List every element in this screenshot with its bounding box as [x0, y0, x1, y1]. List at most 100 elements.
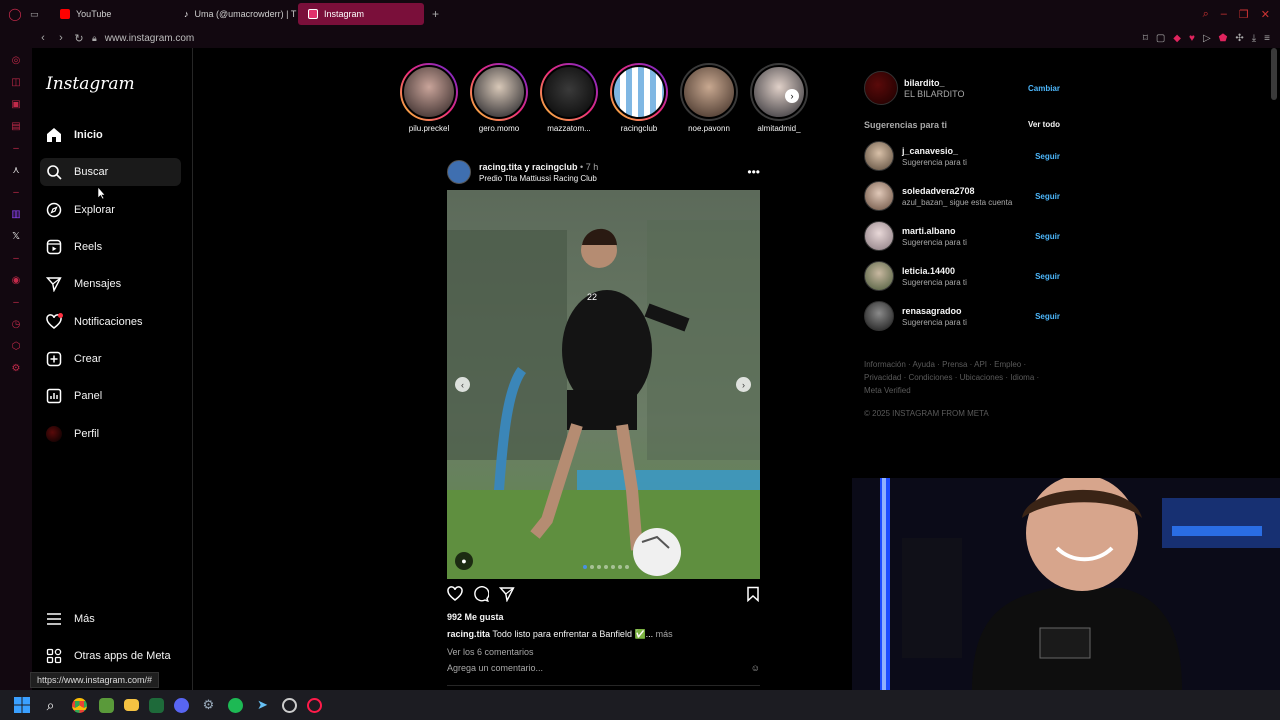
story-item[interactable]: racingclub [608, 63, 670, 133]
snapshot-icon[interactable]: ▢ [1156, 33, 1165, 44]
page-scrollbar[interactable] [1271, 48, 1277, 100]
back-icon[interactable]: ‹ [34, 32, 52, 44]
instagram-logo[interactable]: Instagram [46, 74, 135, 94]
opera-logo-icon[interactable]: ◯ [0, 7, 30, 21]
footer-links-line[interactable]: Información · Ayuda · Prensa · API · Emp… [864, 358, 1044, 371]
x-icon[interactable]: 𝕏 [9, 230, 23, 244]
windows-start-icon[interactable] [12, 696, 31, 715]
post-image[interactable]: 22 ● [447, 190, 760, 579]
nav-buscar[interactable]: Buscar [40, 158, 181, 186]
tab-youtube[interactable]: YouTube [50, 3, 174, 25]
suggestion-avatar[interactable] [864, 221, 894, 251]
switch-account-button[interactable]: Cambiar [1028, 84, 1060, 93]
carousel-next-icon[interactable]: › [736, 377, 751, 392]
vpn-icon[interactable]: ⬟ [1219, 33, 1228, 44]
search-icon[interactable]: ⌕ [1203, 8, 1209, 21]
likes-count[interactable]: 992 Me gusta [447, 612, 504, 622]
view-comments-link[interactable]: Ver los 6 comentarios [447, 647, 534, 657]
tab-instagram[interactable]: Instagram [298, 3, 424, 25]
news-icon[interactable]: ▤ [9, 120, 23, 134]
comment-icon[interactable] [473, 585, 490, 607]
app-icon[interactable] [149, 697, 164, 713]
tv-icon[interactable]: ▣ [9, 98, 23, 112]
forward-icon[interactable]: › [52, 32, 70, 44]
new-tab-button[interactable]: + [424, 7, 447, 21]
post-avatar[interactable] [447, 160, 471, 184]
bookmark-icon[interactable]: ⌑ [1143, 33, 1148, 44]
caption-username[interactable]: racing.tita [447, 629, 490, 639]
emoji-icon[interactable]: ☺ [751, 663, 760, 673]
bag-icon[interactable]: ◫ [9, 76, 23, 90]
like-icon[interactable] [447, 585, 463, 607]
suggestion-avatar[interactable] [864, 301, 894, 331]
user-tag-icon[interactable]: ● [455, 552, 473, 570]
nav-crear[interactable]: Crear [40, 345, 181, 373]
extensions-icon[interactable]: ⬡ [9, 340, 23, 354]
avatar[interactable] [864, 71, 898, 105]
suggestion-username[interactable]: leticia.14400 [902, 266, 967, 276]
url-field[interactable]: www.instagram.com [105, 33, 194, 44]
story-item[interactable]: noe.pavonn [678, 63, 740, 133]
share-icon[interactable] [498, 586, 515, 607]
minimize-icon[interactable]: – [1221, 8, 1227, 21]
suggestion-avatar[interactable] [864, 181, 894, 211]
minecraft-icon[interactable] [99, 697, 114, 713]
suggestion-avatar[interactable] [864, 141, 894, 171]
nav-mensajes[interactable]: Mensajes [40, 270, 181, 298]
steam-icon[interactable]: ⚙ [199, 696, 218, 715]
follow-button[interactable]: Seguir [1035, 232, 1060, 241]
taskbar-search-icon[interactable]: ⌕ [41, 696, 60, 715]
close-icon[interactable]: ✕ [1261, 8, 1270, 21]
nav-notificaciones[interactable]: Notificaciones [40, 308, 181, 336]
tab-strip-icon[interactable]: ▭ [30, 9, 50, 20]
suggestion-username[interactable]: j_canavesio_ [902, 146, 967, 156]
save-icon[interactable] [746, 586, 760, 607]
download-icon[interactable]: ⤓ [1252, 33, 1256, 44]
footer-links-line[interactable]: Meta Verified [864, 384, 1044, 397]
carousel-prev-icon[interactable]: ‹ [455, 377, 470, 392]
tab-tiktok[interactable]: ♪ Uma (@umacrowderr) | T [174, 3, 298, 25]
nav-explorar[interactable]: Explorar [40, 196, 181, 224]
comment-input[interactable]: Agrega un comentario... ☺ [447, 663, 760, 673]
more-options-icon[interactable]: ••• [747, 165, 760, 179]
suggestion-avatar[interactable] [864, 261, 894, 291]
heart-icon[interactable]: ♥ [1189, 33, 1195, 44]
suggestion-username[interactable]: renasagradoo [902, 306, 967, 316]
obs-icon[interactable] [282, 697, 297, 713]
story-item[interactable]: mazzatom... [538, 63, 600, 133]
nav-mas[interactable]: Más [40, 605, 181, 633]
reload-icon[interactable]: ↻ [70, 32, 88, 45]
story-item[interactable]: almitadmid_ [748, 63, 810, 133]
story-item[interactable]: pilu.preckel [398, 63, 460, 133]
play-icon[interactable]: ▷ [1203, 33, 1211, 44]
chrome-icon[interactable] [70, 696, 89, 715]
follow-button[interactable]: Seguir [1035, 192, 1060, 201]
player-icon[interactable]: ◉ [9, 274, 23, 288]
follow-button[interactable]: Seguir [1035, 272, 1060, 281]
post-author[interactable]: racing.tita y racingclub [479, 162, 578, 172]
nav-reels[interactable]: Reels [40, 233, 181, 261]
post-location[interactable]: Predio Tita Mattiussi Racing Club [479, 174, 598, 183]
footer-links-line[interactable]: Privacidad · Condiciones · Ubicaciones ·… [864, 371, 1044, 384]
opera-taskbar-icon[interactable] [307, 697, 322, 713]
discord-icon[interactable] [174, 697, 189, 713]
file-explorer-icon[interactable] [124, 699, 139, 711]
suggestion-username[interactable]: marti.albano [902, 226, 967, 236]
story-item[interactable]: gero.momo [468, 63, 530, 133]
see-all-button[interactable]: Ver todo [1028, 120, 1060, 130]
nav-otras-apps[interactable]: Otras apps de Meta [40, 642, 181, 670]
adblock-icon[interactable]: ◆ [1173, 33, 1181, 44]
settings-icon[interactable]: ⚙ [9, 362, 23, 376]
puzzle-icon[interactable]: ✣ [1235, 33, 1243, 44]
nav-perfil[interactable]: Perfil [40, 420, 181, 448]
steam-alt-icon[interactable]: ➤ [253, 696, 272, 715]
follow-button[interactable]: Seguir [1035, 152, 1060, 161]
aria-icon[interactable]: ◎ [9, 54, 23, 68]
maximize-icon[interactable]: ❐ [1239, 8, 1249, 21]
menu-icon[interactable]: ≡ [1264, 33, 1270, 44]
stories-next-icon[interactable]: › [785, 89, 799, 103]
follow-button[interactable]: Seguir [1035, 312, 1060, 321]
nav-inicio[interactable]: Inicio [40, 121, 181, 149]
spotify-icon[interactable] [228, 697, 243, 713]
arc-icon[interactable]: ⋏ [9, 164, 23, 178]
